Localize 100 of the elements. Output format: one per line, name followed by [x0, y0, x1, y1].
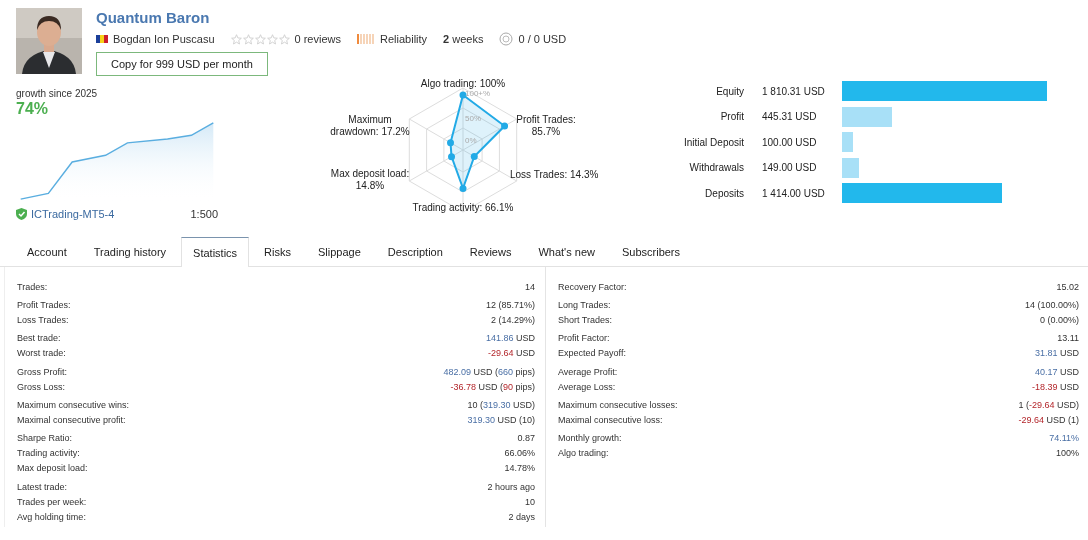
tab[interactable]: What's new: [526, 237, 607, 266]
copy-button[interactable]: Copy for 999 USD per month: [96, 52, 268, 76]
stat-label: Expected Payoff:: [558, 348, 626, 359]
stat-label: Best trade:: [17, 333, 61, 344]
signal-age: 2 weeks: [443, 33, 484, 45]
stat-value: -29.64 USD: [487, 348, 535, 359]
stat-label: Profit Factor:: [558, 333, 610, 344]
stat-label: Average Loss:: [558, 381, 616, 392]
balance-value: 1 810.31 USD: [761, 85, 826, 97]
stat-label: Sharpe Ratio:: [17, 433, 73, 444]
stat-value: 0 (0.00%): [1039, 314, 1079, 325]
growth-caption: growth since 2025: [16, 88, 98, 99]
radar-point: [459, 91, 467, 99]
axis-tick: 50%: [465, 114, 481, 123]
growth-value: 74%: [16, 100, 49, 118]
balance-value: 100.00 USD: [761, 136, 818, 148]
stat-value: 319.30 USD (10): [467, 415, 535, 426]
subscribers-funds: 0 / 0 USD: [518, 33, 567, 45]
tab[interactable]: Slippage: [306, 237, 373, 266]
stat-label: Long Trades:: [558, 299, 611, 310]
radar-label: Maximum drawdown: 17.2%: [329, 114, 411, 138]
reliability-icon: [357, 34, 375, 44]
stat-value: -29.64 USD (1): [1018, 415, 1079, 426]
stat-value: 13.11: [1057, 333, 1079, 344]
balance-value: 149.00 USD: [761, 162, 818, 173]
stat-value: 482.09 USD (660 pips): [443, 366, 535, 377]
radar-point: [459, 184, 467, 192]
tab[interactable]: Reviews: [457, 237, 524, 266]
balance-label: Withdrawals: [688, 162, 745, 173]
tab[interactable]: Description: [375, 237, 455, 266]
radar-label: Loss Trades: 14.3%: [510, 169, 600, 181]
stat-label: Trading activity:: [17, 448, 80, 459]
reviews-count[interactable]: 0 reviews: [294, 33, 341, 45]
tab[interactable]: Subscribers: [609, 237, 693, 266]
radar-point: [448, 153, 455, 161]
stat-value: 31.81 USD: [1034, 348, 1079, 359]
balance-value: 1 414.00 USD: [761, 187, 826, 199]
stat-label: Maximum consecutive losses:: [558, 400, 678, 411]
stat-value: 1 (-29.64 USD): [1018, 400, 1079, 411]
stat-label: Trades per week:: [17, 496, 87, 507]
star-icon: [242, 33, 254, 45]
stat-label: Profit Trades:: [17, 299, 71, 310]
stat-label: Trades:: [17, 281, 48, 292]
tab[interactable]: Trading history: [81, 237, 179, 266]
stat-label: Latest trade:: [17, 481, 68, 492]
stat-label: Recovery Factor:: [558, 281, 627, 292]
stat-value: 74.11%: [1049, 433, 1079, 444]
flag-icon: [96, 35, 108, 43]
stat-value: 15.02: [1056, 281, 1079, 292]
radar-point: [447, 139, 454, 147]
balance-label: Equity: [715, 85, 745, 97]
author-name[interactable]: Bogdan Ion Puscasu: [113, 33, 215, 45]
stat-label: Short Trades:: [558, 314, 613, 325]
tab[interactable]: Account: [15, 237, 79, 266]
tab[interactable]: Statistics: [181, 237, 250, 267]
shield-check-icon: [16, 208, 27, 220]
stat-value: 66.06%: [504, 448, 535, 459]
stat-value: 40.17 USD: [1034, 366, 1079, 377]
stat-label: Avg holding time:: [17, 511, 86, 522]
star-icon: [278, 33, 290, 45]
coin-icon: [499, 32, 514, 46]
stat-value: 14: [525, 281, 535, 292]
stat-value: 100%: [1055, 448, 1079, 459]
stat-label: Monthly growth:: [558, 433, 622, 444]
star-icon: [266, 33, 278, 45]
stat-label: Loss Trades:: [17, 314, 69, 325]
stat-label: Maximal consecutive profit:: [17, 415, 126, 426]
reliability-label: Reliability: [380, 33, 428, 45]
stat-label: Gross Profit:: [17, 366, 67, 377]
radar-label: Max deposit load: 14.8%: [329, 168, 411, 192]
tab[interactable]: Risks: [252, 237, 303, 266]
radar-label: Trading activity: 66.1%: [411, 202, 515, 214]
radar-point: [501, 122, 509, 130]
stat-value: -36.78 USD (90 pips): [450, 381, 535, 392]
server-link[interactable]: ICTrading-MT5-4: [31, 208, 115, 220]
stat-value: 14 (100.00%): [1024, 299, 1079, 310]
stat-value: 10 (319.30 USD): [467, 400, 535, 411]
stat-value: 12 (85.71%): [485, 299, 535, 310]
stat-label: Gross Loss:: [17, 381, 65, 392]
stat-value: 0.87: [517, 433, 535, 444]
stat-value: 2 days: [508, 511, 535, 522]
axis-tick: 0%: [465, 136, 477, 145]
stat-value: 14.78%: [504, 463, 535, 474]
stat-label: Worst trade:: [17, 348, 66, 359]
stat-label: Maximal consecutive loss:: [558, 415, 663, 426]
stat-value: -18.39 USD: [1031, 381, 1079, 392]
stat-label: Max deposit load:: [17, 463, 88, 474]
star-icon: [230, 33, 242, 45]
balance-label: Deposits: [704, 187, 745, 199]
radar-label: Algo trading: 100%: [419, 78, 507, 90]
stat-label: Algo trading:: [558, 448, 609, 459]
balance-label: Profit: [719, 111, 745, 122]
signal-name[interactable]: Quantum Baron: [96, 9, 583, 26]
stat-value: 2 hours ago: [487, 481, 535, 492]
radar-label: Profit Trades: 85.7%: [515, 114, 577, 138]
axis-tick: 100+%: [465, 89, 491, 98]
balance-label: Initial Deposit: [682, 136, 745, 148]
leverage-value: 1:500: [190, 208, 218, 220]
stat-value: 141.86 USD: [485, 333, 535, 344]
stat-label: Maximum consecutive wins:: [17, 400, 130, 411]
